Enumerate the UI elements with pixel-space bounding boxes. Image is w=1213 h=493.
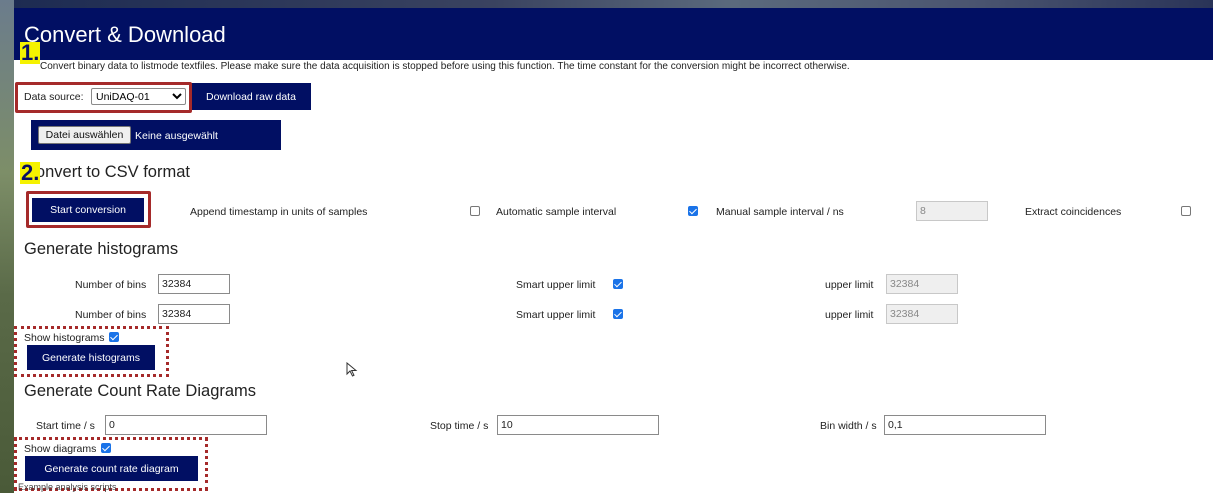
upper-limit-label-1: upper limit — [825, 279, 874, 291]
upper-limit-input-2[interactable] — [886, 304, 958, 324]
append-timestamp-checkbox[interactable] — [470, 206, 480, 216]
show-histograms-checkbox[interactable] — [109, 332, 120, 342]
start-time-label: Start time / s — [36, 420, 95, 432]
page-description: Convert binary data to listmode textfile… — [40, 61, 850, 72]
mouse-cursor-icon — [346, 362, 358, 377]
show-diagrams-label: Show diagrams — [24, 443, 97, 455]
start-conversion-button[interactable]: Start conversion — [32, 198, 144, 222]
choose-file-button[interactable]: Datei auswählen — [38, 126, 131, 144]
csv-section-title: Convert to CSV format — [24, 163, 190, 181]
page-title: Convert & Download — [24, 22, 226, 47]
generate-histograms-button[interactable]: Generate histograms — [27, 345, 155, 370]
bins-input-1[interactable] — [158, 274, 230, 294]
step-2-marker: 2. — [20, 160, 41, 185]
auto-interval-checkbox[interactable] — [688, 206, 698, 216]
download-raw-data-button[interactable]: Download raw data — [191, 83, 311, 110]
header-background-image — [14, 0, 1213, 8]
manual-interval-label: Manual sample interval / ns — [716, 206, 844, 218]
smart-limit-label-1: Smart upper limit — [516, 279, 596, 291]
upper-limit-label-2: upper limit — [825, 309, 874, 321]
extract-coincidences-label: Extract coincidences — [1025, 206, 1122, 218]
smart-limit-checkbox-1[interactable] — [613, 279, 623, 289]
show-diagrams-row: Show diagrams — [24, 443, 112, 455]
show-histograms-label: Show histograms — [24, 332, 105, 344]
data-source-select[interactable]: UniDAQ-01 — [91, 88, 186, 105]
file-status-text: Keine ausgewählt — [135, 130, 218, 142]
bins-label-2: Number of bins — [75, 309, 147, 321]
auto-interval-label: Automatic sample interval — [496, 206, 617, 218]
count-rate-section-title: Generate Count Rate Diagrams — [24, 382, 257, 400]
histograms-section-title: Generate histograms — [24, 240, 179, 258]
smart-limit-label-2: Smart upper limit — [516, 309, 596, 321]
show-histograms-row: Show histograms — [24, 332, 120, 344]
show-diagrams-checkbox[interactable] — [101, 443, 112, 453]
upper-limit-input-1[interactable] — [886, 274, 958, 294]
extract-coincidences-checkbox[interactable] — [1181, 206, 1191, 216]
stop-time-label: Stop time / s — [430, 420, 489, 432]
smart-limit-checkbox-2[interactable] — [613, 309, 623, 319]
step-1-marker: 1. — [20, 40, 41, 65]
bins-input-2[interactable] — [158, 304, 230, 324]
start-time-input[interactable] — [105, 415, 267, 435]
bin-width-input[interactable] — [884, 415, 1046, 435]
stop-time-input[interactable] — [497, 415, 659, 435]
example-scripts-link[interactable]: Example analysis scripts — [18, 482, 117, 492]
generate-count-rate-button[interactable]: Generate count rate diagram — [25, 456, 198, 481]
manual-interval-input[interactable] — [916, 201, 988, 221]
background-image-strip — [0, 0, 14, 493]
append-timestamp-label: Append timestamp in units of samples — [190, 206, 368, 218]
data-source-label: Data source: — [24, 91, 84, 103]
bins-label-1: Number of bins — [75, 279, 147, 291]
bin-width-label: Bin width / s — [820, 420, 877, 432]
